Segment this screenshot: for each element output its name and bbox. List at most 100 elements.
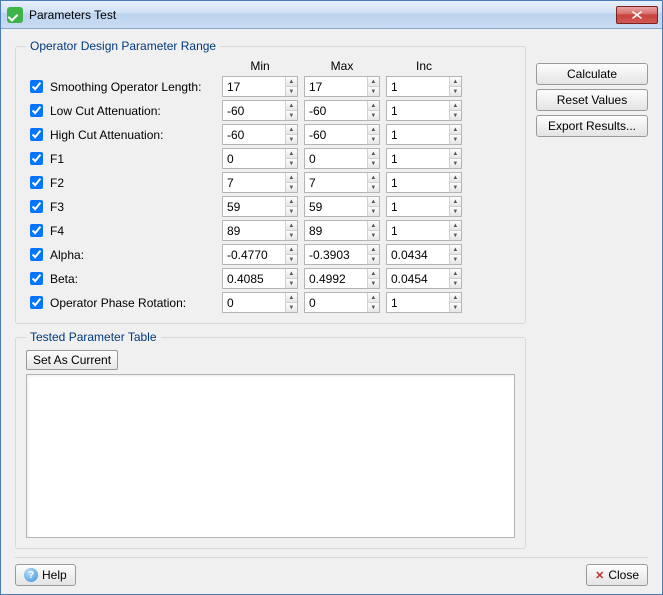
spinner-input-inc-9[interactable] [387, 293, 449, 312]
spin-down-icon[interactable]: ▼ [450, 159, 461, 168]
spin-up-icon[interactable]: ▲ [450, 293, 461, 303]
param-checkbox[interactable] [30, 176, 43, 189]
param-row-label[interactable]: High Cut Attenuation: [26, 125, 216, 144]
spin-up-icon[interactable]: ▲ [450, 221, 461, 231]
spinner-input-inc-0[interactable] [387, 77, 449, 96]
spinner-input-inc-4[interactable] [387, 173, 449, 192]
spin-down-icon[interactable]: ▼ [450, 231, 461, 240]
spin-up-icon[interactable]: ▲ [286, 125, 297, 135]
spin-up-icon[interactable]: ▲ [368, 269, 379, 279]
spinner-input-max-8[interactable] [305, 269, 367, 288]
tested-parameter-table[interactable] [26, 374, 515, 538]
spin-up-icon[interactable]: ▲ [368, 221, 379, 231]
param-checkbox[interactable] [30, 296, 43, 309]
spinner-input-inc-1[interactable] [387, 101, 449, 120]
spin-up-icon[interactable]: ▲ [368, 245, 379, 255]
spin-up-icon[interactable]: ▲ [286, 173, 297, 183]
spinner-input-max-9[interactable] [305, 293, 367, 312]
spin-down-icon[interactable]: ▼ [286, 255, 297, 264]
spinner-input-min-0[interactable] [223, 77, 285, 96]
spin-down-icon[interactable]: ▼ [368, 279, 379, 288]
spin-up-icon[interactable]: ▲ [286, 245, 297, 255]
spin-up-icon[interactable]: ▲ [450, 245, 461, 255]
spin-up-icon[interactable]: ▲ [286, 77, 297, 87]
spin-down-icon[interactable]: ▼ [286, 303, 297, 312]
spinner-input-max-0[interactable] [305, 77, 367, 96]
spin-down-icon[interactable]: ▼ [368, 183, 379, 192]
reset-values-button[interactable]: Reset Values [536, 89, 648, 111]
param-checkbox[interactable] [30, 200, 43, 213]
spin-up-icon[interactable]: ▲ [286, 293, 297, 303]
spin-down-icon[interactable]: ▼ [286, 183, 297, 192]
spinner-input-inc-6[interactable] [387, 221, 449, 240]
spin-up-icon[interactable]: ▲ [450, 101, 461, 111]
spin-up-icon[interactable]: ▲ [286, 269, 297, 279]
spin-down-icon[interactable]: ▼ [368, 111, 379, 120]
spinner-input-min-6[interactable] [223, 221, 285, 240]
spin-down-icon[interactable]: ▼ [450, 111, 461, 120]
spinner-input-max-5[interactable] [305, 197, 367, 216]
spinner-input-inc-2[interactable] [387, 125, 449, 144]
spinner-input-max-6[interactable] [305, 221, 367, 240]
spin-down-icon[interactable]: ▼ [450, 279, 461, 288]
param-checkbox[interactable] [30, 224, 43, 237]
spinner-input-inc-8[interactable] [387, 269, 449, 288]
spinner-input-max-4[interactable] [305, 173, 367, 192]
spin-down-icon[interactable]: ▼ [450, 87, 461, 96]
param-checkbox[interactable] [30, 104, 43, 117]
param-row-label[interactable]: Beta: [26, 269, 216, 288]
spin-down-icon[interactable]: ▼ [286, 135, 297, 144]
spin-down-icon[interactable]: ▼ [368, 303, 379, 312]
spin-down-icon[interactable]: ▼ [368, 135, 379, 144]
spin-down-icon[interactable]: ▼ [286, 159, 297, 168]
spin-up-icon[interactable]: ▲ [368, 293, 379, 303]
param-row-label[interactable]: F3 [26, 197, 216, 216]
spinner-input-min-4[interactable] [223, 173, 285, 192]
spin-up-icon[interactable]: ▲ [368, 125, 379, 135]
spin-up-icon[interactable]: ▲ [368, 77, 379, 87]
param-row-label[interactable]: Smoothing Operator Length: [26, 77, 216, 96]
spin-down-icon[interactable]: ▼ [286, 111, 297, 120]
spin-down-icon[interactable]: ▼ [368, 231, 379, 240]
param-checkbox[interactable] [30, 248, 43, 261]
spin-up-icon[interactable]: ▲ [450, 197, 461, 207]
spin-down-icon[interactable]: ▼ [368, 207, 379, 216]
spinner-input-inc-7[interactable] [387, 245, 449, 264]
spin-down-icon[interactable]: ▼ [286, 87, 297, 96]
spin-down-icon[interactable]: ▼ [450, 255, 461, 264]
param-row-label[interactable]: Low Cut Attenuation: [26, 101, 216, 120]
close-button[interactable]: ✕ Close [586, 564, 648, 586]
param-row-label[interactable]: F4 [26, 221, 216, 240]
spin-down-icon[interactable]: ▼ [450, 207, 461, 216]
spin-down-icon[interactable]: ▼ [450, 183, 461, 192]
spinner-input-min-9[interactable] [223, 293, 285, 312]
param-row-label[interactable]: F1 [26, 149, 216, 168]
spinner-input-min-7[interactable] [223, 245, 285, 264]
spin-down-icon[interactable]: ▼ [450, 303, 461, 312]
spinner-input-min-1[interactable] [223, 101, 285, 120]
help-button[interactable]: ? Help [15, 564, 76, 586]
spin-up-icon[interactable]: ▲ [286, 101, 297, 111]
spin-down-icon[interactable]: ▼ [368, 255, 379, 264]
spin-down-icon[interactable]: ▼ [286, 231, 297, 240]
spin-up-icon[interactable]: ▲ [450, 77, 461, 87]
param-checkbox[interactable] [30, 128, 43, 141]
spin-up-icon[interactable]: ▲ [450, 269, 461, 279]
param-checkbox[interactable] [30, 80, 43, 93]
spin-up-icon[interactable]: ▲ [368, 101, 379, 111]
spin-down-icon[interactable]: ▼ [286, 279, 297, 288]
param-checkbox[interactable] [30, 152, 43, 165]
export-results-button[interactable]: Export Results... [536, 115, 648, 137]
spin-up-icon[interactable]: ▲ [368, 173, 379, 183]
spin-up-icon[interactable]: ▲ [286, 149, 297, 159]
param-row-label[interactable]: F2 [26, 173, 216, 192]
spin-up-icon[interactable]: ▲ [368, 149, 379, 159]
spin-up-icon[interactable]: ▲ [450, 173, 461, 183]
param-checkbox[interactable] [30, 272, 43, 285]
spinner-input-max-7[interactable] [305, 245, 367, 264]
spin-up-icon[interactable]: ▲ [368, 197, 379, 207]
param-row-label[interactable]: Operator Phase Rotation: [26, 293, 216, 312]
spinner-input-inc-3[interactable] [387, 149, 449, 168]
set-as-current-button[interactable]: Set As Current [26, 350, 118, 370]
spinner-input-max-2[interactable] [305, 125, 367, 144]
